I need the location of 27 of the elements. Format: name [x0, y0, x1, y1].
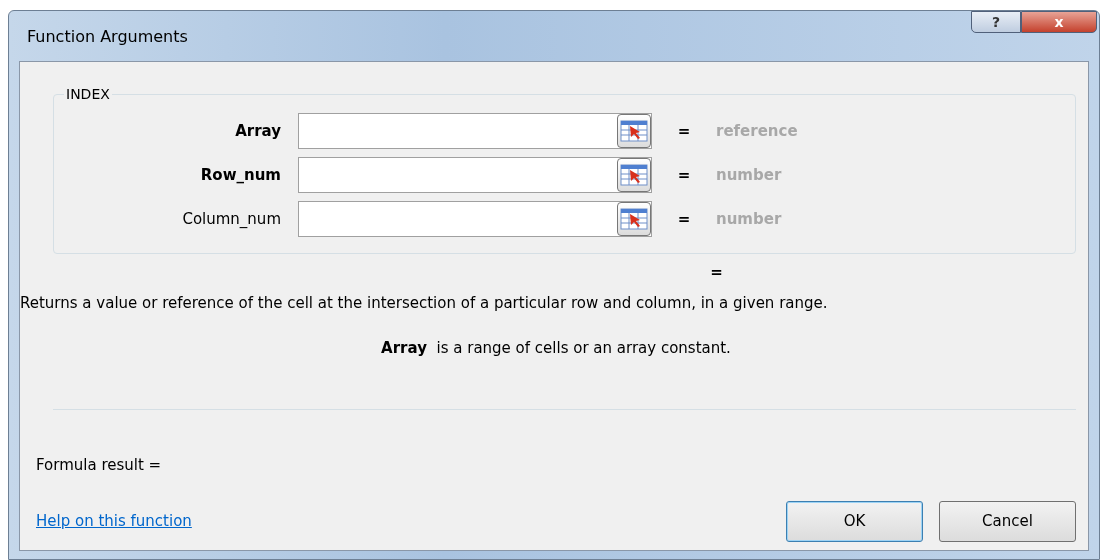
value-hint: number	[716, 208, 782, 230]
collapse-dialog-button[interactable]	[617, 202, 651, 236]
argument-label: Array	[235, 121, 281, 140]
argument-input[interactable]	[298, 201, 652, 237]
argument-label: Column_num	[182, 209, 281, 228]
window-title: Function Arguments	[26, 26, 188, 48]
range-select-icon	[620, 163, 648, 187]
help-button[interactable]: ?	[971, 11, 1021, 33]
argument-description: Array is a range of cells or an array constant.	[381, 338, 731, 357]
collapse-dialog-button[interactable]	[617, 114, 651, 148]
help-link[interactable]: Help on this function	[36, 509, 192, 533]
equals-sign: =	[676, 120, 692, 142]
equals-sign: =	[676, 164, 692, 186]
argument-label: Row_num	[200, 165, 281, 184]
range-select-icon	[620, 207, 648, 231]
collapse-dialog-button[interactable]	[617, 158, 651, 192]
formula-result: Formula result =	[36, 456, 162, 474]
cancel-button[interactable]: Cancel	[939, 500, 1076, 542]
equals-sign: =	[676, 208, 692, 230]
range-select-icon	[620, 119, 648, 143]
argument-input[interactable]	[298, 157, 652, 193]
function-description: Returns a value or reference of the cell at the intersection of a particular row and column, in a given range.	[20, 293, 829, 314]
value-hint: number	[716, 164, 782, 186]
argument-input[interactable]	[298, 113, 652, 149]
value-hint: reference	[716, 120, 798, 142]
ok-button[interactable]: OK	[786, 500, 923, 542]
result-equals: =	[710, 263, 723, 281]
